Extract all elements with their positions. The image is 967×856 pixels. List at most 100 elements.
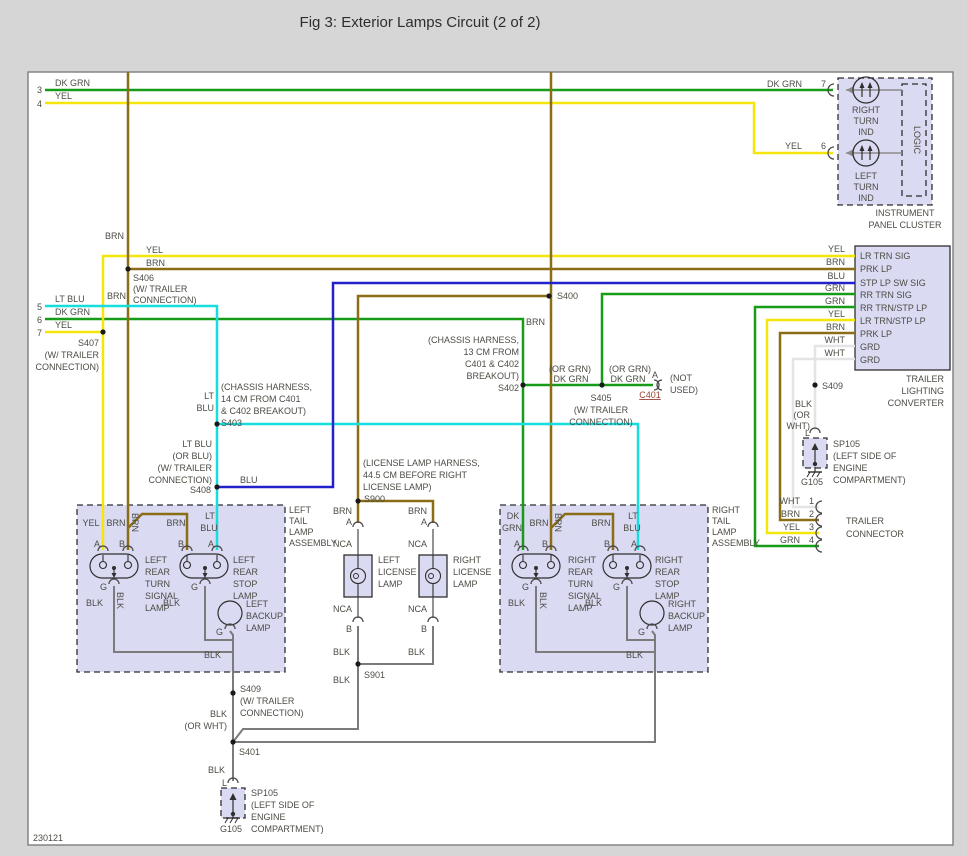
wire-label: TURN bbox=[854, 116, 879, 126]
splice-junction-dot bbox=[230, 739, 235, 744]
splice-junction-dot bbox=[546, 293, 551, 298]
splice-junction-dot bbox=[355, 498, 360, 503]
wire-label: (NOT bbox=[670, 373, 692, 383]
wire-label: YEL bbox=[55, 320, 72, 330]
wire-label: NCA bbox=[408, 539, 427, 549]
wire-label: L bbox=[222, 778, 227, 788]
wire-label: CONNECTION) bbox=[240, 708, 304, 718]
wire-label: 2 bbox=[809, 509, 814, 519]
splice-junction-dot bbox=[599, 382, 604, 387]
wire-label: B bbox=[604, 539, 610, 549]
wire-label: YEL bbox=[55, 91, 72, 101]
wire-label: (LEFT SIDE OF bbox=[251, 800, 315, 810]
wire-label: (OR bbox=[794, 410, 811, 420]
splice-junction-dot bbox=[214, 421, 219, 426]
wire-label: COMPARTMENT) bbox=[833, 475, 906, 485]
wire-label: GRD bbox=[860, 342, 881, 352]
wire-label: A bbox=[652, 370, 658, 380]
wire-label: CONNECTION) bbox=[569, 417, 633, 427]
wire-label: BRN bbox=[146, 258, 165, 268]
wire-label: LEFT bbox=[378, 555, 401, 565]
wire-label: B bbox=[178, 539, 184, 549]
splice-junction-dot bbox=[230, 690, 235, 695]
wire-label: LAMP bbox=[453, 579, 478, 589]
wire-label: S900 bbox=[364, 494, 385, 504]
wire-label: BLK bbox=[585, 598, 602, 608]
wire-label: 14 CM FROM C401 bbox=[221, 394, 301, 404]
figure-number: 230121 bbox=[33, 833, 63, 843]
wire-label: LAMP bbox=[712, 527, 737, 537]
wire-label: LIGHTING bbox=[901, 386, 944, 396]
wire-label: YEL bbox=[785, 141, 802, 151]
wire-label: 3 bbox=[37, 85, 42, 95]
wire-label: A bbox=[94, 539, 100, 549]
wire-label: NCA bbox=[333, 604, 352, 614]
splice-junction-dot bbox=[355, 661, 360, 666]
wire-label: DK bbox=[507, 511, 520, 521]
wire-label: BRN bbox=[166, 518, 185, 528]
wire-label: WHT bbox=[825, 335, 846, 345]
wire-label: BRN bbox=[106, 518, 125, 528]
wire-label: BRN bbox=[107, 291, 126, 301]
wire-label: 1 bbox=[809, 496, 814, 506]
wire-label: BREAKOUT) bbox=[466, 371, 519, 381]
wire-label: BRN bbox=[826, 322, 845, 332]
wire-label: G bbox=[522, 582, 529, 592]
wire-label: S408 bbox=[190, 485, 211, 495]
wire-label: LT bbox=[628, 511, 638, 521]
wire-label: BLK bbox=[163, 598, 180, 608]
wire-label: (OR GRN) bbox=[549, 364, 591, 374]
wire-label: G bbox=[638, 627, 645, 637]
wire-label: & C402 BREAKOUT) bbox=[221, 406, 306, 416]
wire-label: LICENSE LAMP) bbox=[363, 482, 432, 492]
wire-label: BLU bbox=[827, 271, 845, 281]
wire-label: LAMP bbox=[668, 623, 693, 633]
wire-label: B bbox=[119, 539, 125, 549]
wire-label: ENGINE bbox=[833, 463, 868, 473]
wire-label: LICENSE bbox=[378, 567, 417, 577]
wire-label: BLK bbox=[208, 765, 225, 775]
wire-label: BRN bbox=[526, 317, 545, 327]
wire-label: L bbox=[805, 428, 810, 438]
splice-junction-dot bbox=[520, 382, 525, 387]
wire-label: TURN bbox=[854, 182, 879, 192]
wire-label: BRN bbox=[529, 518, 548, 528]
wire-label: S400 bbox=[557, 291, 578, 301]
wire-label: CONNECTION) bbox=[149, 475, 213, 485]
wire-label: BLU bbox=[623, 523, 641, 533]
wire-label: G bbox=[191, 582, 198, 592]
wire-label: (LICENSE LAMP HARNESS, bbox=[363, 458, 480, 468]
wire-label: S407 bbox=[78, 338, 99, 348]
wire-label: LEFT bbox=[246, 599, 269, 609]
wire-label: G bbox=[216, 627, 223, 637]
wire-label: NCA bbox=[408, 604, 427, 614]
wire-label: IND bbox=[858, 127, 874, 137]
wire-label: RIGHT bbox=[712, 505, 741, 515]
wire-label: BLK bbox=[508, 598, 525, 608]
wire-label: TURN bbox=[568, 579, 593, 589]
wire-label: BRN bbox=[553, 513, 563, 532]
wire-label: A bbox=[208, 539, 214, 549]
wire-label: BACKUP bbox=[246, 611, 283, 621]
wire-label: (LEFT SIDE OF bbox=[833, 451, 897, 461]
wire-label: 44.5 CM BEFORE RIGHT bbox=[363, 470, 468, 480]
wire-label: PRK LP bbox=[860, 264, 892, 274]
wire-label: A bbox=[514, 539, 520, 549]
wire-label: (OR WHT) bbox=[185, 721, 228, 731]
wire-label: LT BLU bbox=[182, 439, 212, 449]
wire-label: YEL bbox=[828, 244, 845, 254]
wire-label: RIGHT bbox=[852, 105, 881, 115]
wire-label: A bbox=[421, 517, 427, 527]
wire-label: USED) bbox=[670, 385, 698, 395]
wire-label: TRAILER bbox=[846, 516, 885, 526]
wire-label: LT bbox=[205, 511, 215, 521]
splice-junction-dot bbox=[812, 382, 817, 387]
wire-label: YEL bbox=[146, 245, 163, 255]
wire-label: LAMP bbox=[246, 623, 271, 633]
wire-label: REAR bbox=[655, 567, 681, 577]
wire-label: COMPARTMENT) bbox=[251, 824, 324, 834]
wire-label: PRK LP bbox=[860, 329, 892, 339]
wire-label: BLK bbox=[626, 650, 643, 660]
wire-label: CONNECTION) bbox=[36, 362, 100, 372]
wire-label: GRN bbox=[825, 296, 845, 306]
